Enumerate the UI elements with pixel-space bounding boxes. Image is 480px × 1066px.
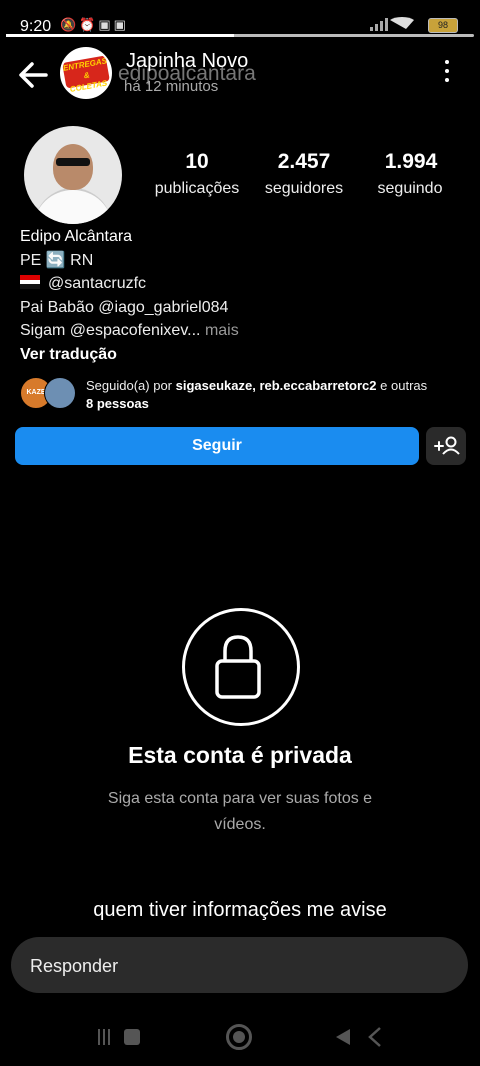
more-options-icon[interactable] — [438, 60, 456, 86]
followed-by-suffix: e outras — [380, 378, 428, 393]
following-label[interactable]: seguindo — [350, 180, 470, 198]
repeat-emoji: 🔄 — [45, 252, 66, 269]
profile-name: Edipo Alcântara — [20, 228, 133, 245]
app-icon: ▣ — [98, 17, 114, 32]
reply-placeholder[interactable]: Responder — [30, 956, 118, 977]
suggested-accounts-button[interactable] — [426, 427, 466, 465]
followers-count[interactable]: 2.457 — [249, 150, 359, 174]
story-timestamp: há 12 minutos — [124, 78, 219, 95]
see-translation-link[interactable]: Ver tradução — [20, 346, 117, 364]
followed-by-prefix: Seguido(a) por — [86, 378, 172, 393]
following-count[interactable]: 1.994 — [356, 150, 466, 174]
entregas-coletas-logo: ENTREGAS & COLETAS — [62, 55, 110, 94]
story-caption: quem tiver informações me avise — [93, 899, 387, 921]
recent-apps-icon[interactable] — [98, 1028, 142, 1046]
back-nav-icon[interactable] — [334, 1026, 384, 1048]
santacruz-mention[interactable]: @santacruzfc — [48, 275, 146, 292]
followed-by-count: 8 pessoas — [86, 396, 149, 411]
profile-avatar[interactable] — [24, 126, 122, 224]
follower-avatar-2 — [44, 377, 76, 409]
posts-count[interactable]: 10 — [142, 150, 252, 174]
lock-icon — [215, 635, 261, 699]
bio-more-link[interactable]: mais — [205, 322, 239, 339]
private-account-title: Esta conta é privada — [128, 742, 352, 768]
signal-icon — [370, 17, 414, 31]
bio-line-1: PE 🔄 RN — [20, 250, 93, 270]
battery-icon: 98 — [428, 18, 458, 33]
back-arrow-icon[interactable] — [16, 58, 50, 92]
story-author-avatar[interactable]: ENTREGAS & COLETAS — [60, 47, 112, 99]
story-username[interactable]: Japinha Novo — [126, 50, 248, 73]
alarm-icon: ⏰ — [79, 17, 99, 32]
private-lock-badge — [182, 608, 300, 726]
story-progress-bar — [6, 34, 474, 37]
followed-by-text[interactable]: Seguido(a) por sigaseukaze, reb.eccabarr… — [86, 377, 466, 413]
bio-line-4-text[interactable]: Sigam @espacofenixev... — [20, 322, 200, 339]
bio-line-1-suffix: RN — [70, 252, 94, 269]
follow-button[interactable]: Seguir — [15, 427, 419, 465]
followers-label[interactable]: seguidores — [244, 180, 364, 198]
bio-line-3[interactable]: Pai Babão @iago_gabriel084 — [20, 299, 228, 317]
home-icon[interactable] — [226, 1024, 252, 1050]
bio-line-2: @santacruzfc — [20, 275, 146, 293]
posts-label[interactable]: publicações — [137, 180, 257, 198]
status-notification-icons: 🔕⏰▣▣ — [60, 17, 129, 33]
flag-icon — [20, 275, 40, 289]
app-icon-2: ▣ — [113, 17, 129, 32]
add-person-icon — [434, 436, 460, 455]
bio-line-1-prefix: PE — [20, 252, 42, 269]
signal-wifi-icons — [370, 17, 418, 34]
private-account-subtitle: Siga esta conta para ver suas fotos e ví… — [107, 790, 373, 833]
bio-line-4: Sigam @espacofenixev... mais — [20, 322, 239, 340]
followed-by-avatars[interactable]: KAZE — [20, 377, 76, 409]
followed-by-users: sigaseukaze, reb.eccabarretorc2 — [175, 378, 377, 393]
mute-icon: 🔕 — [60, 17, 80, 32]
